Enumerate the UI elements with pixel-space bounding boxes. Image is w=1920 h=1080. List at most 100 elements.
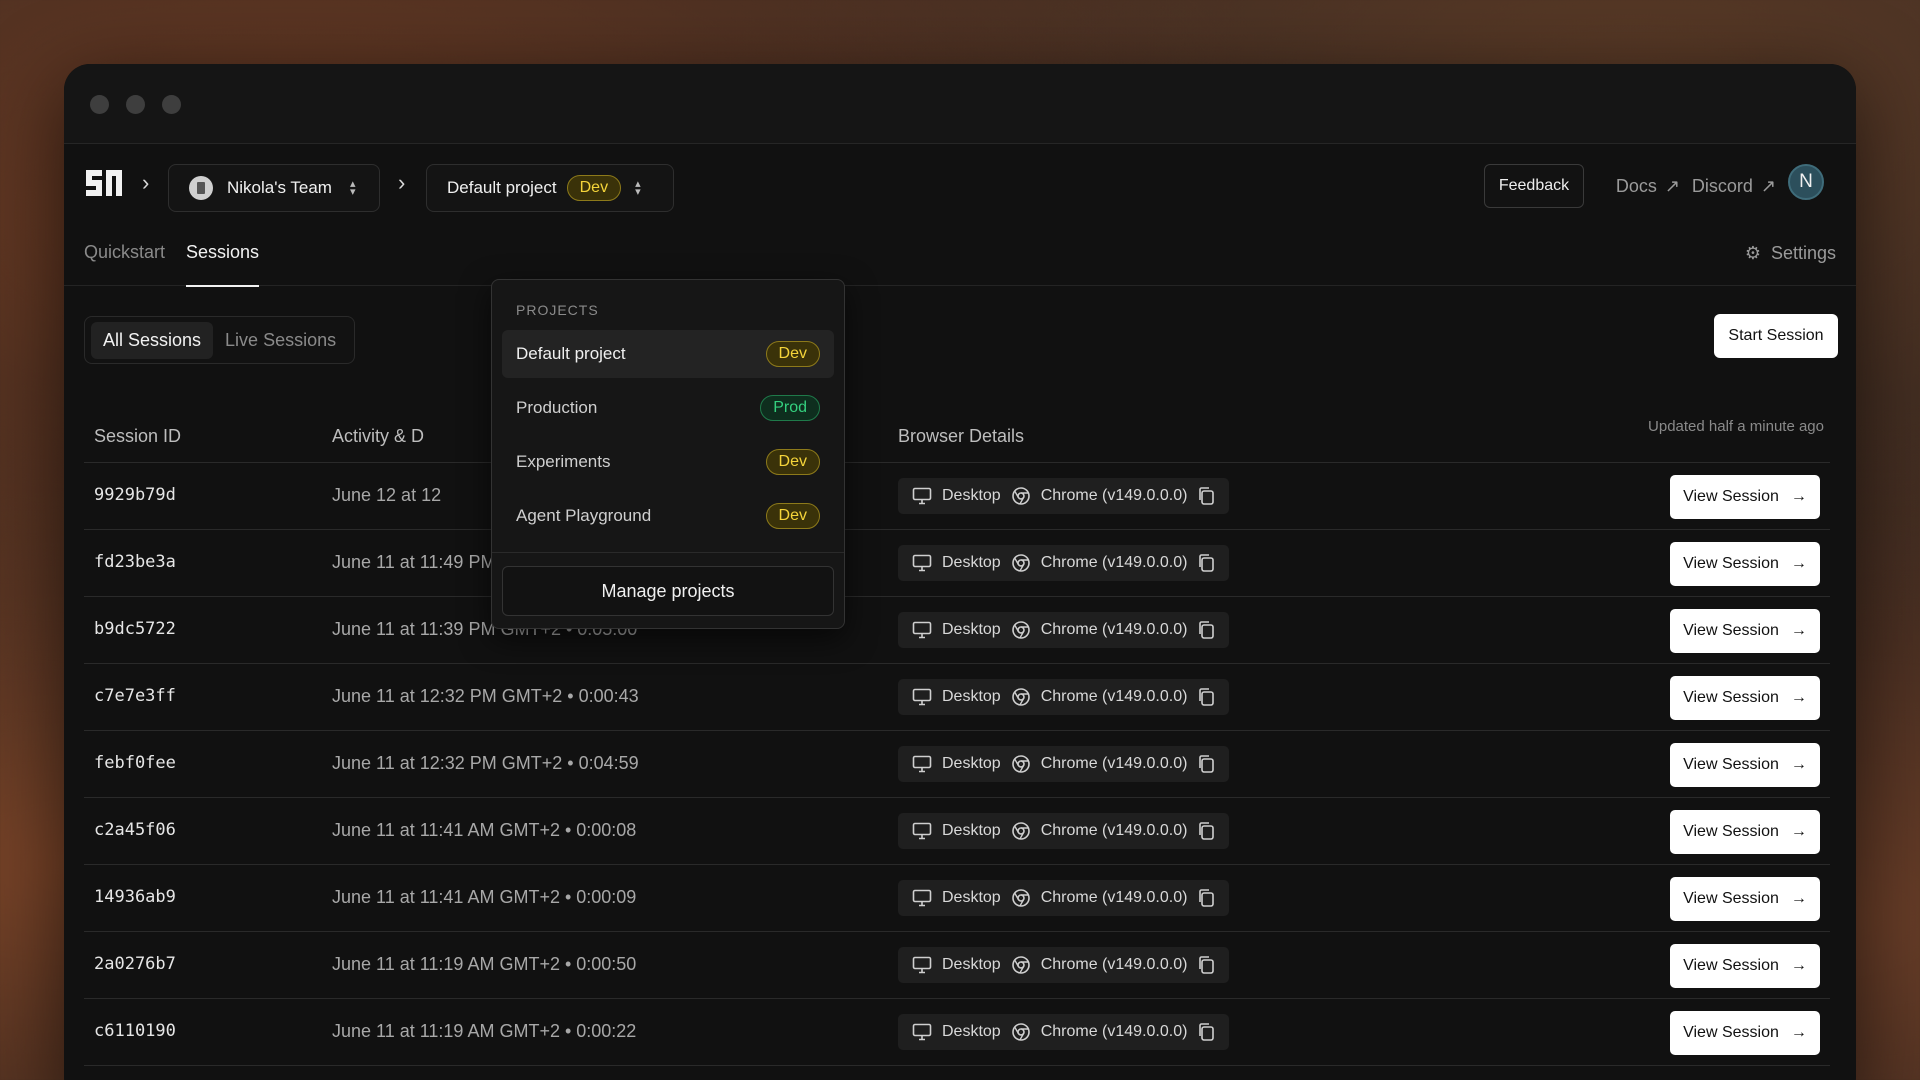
session-id[interactable]: 14936ab9 bbox=[94, 887, 176, 907]
copy-icon[interactable] bbox=[1197, 955, 1215, 975]
settings-label: Settings bbox=[1770, 243, 1836, 263]
copy-icon[interactable] bbox=[1197, 620, 1215, 640]
browser-details: Desktop Chrome (v149.0.0.0) bbox=[898, 1014, 1230, 1050]
feedback-button[interactable]: Feedback bbox=[1484, 164, 1584, 208]
arrow-right-icon: → bbox=[1790, 756, 1807, 773]
page-tabs: Quickstart Sessions ⚙ Settings bbox=[64, 224, 1856, 287]
app-window: › Nikola's Team ▴ ▾ › Default project Dev… bbox=[64, 64, 1856, 1080]
browser-label: Chrome (v149.0.0.0) bbox=[1040, 621, 1188, 638]
logo-icon[interactable] bbox=[84, 166, 124, 200]
device-label: Desktop bbox=[942, 554, 1001, 571]
table-row[interactable]: 14936ab9 June 11 at 11:41 AM GMT+2 • 0:00… bbox=[84, 865, 1830, 932]
project-option-default[interactable]: Default project Dev bbox=[502, 330, 834, 378]
team-building-icon bbox=[189, 176, 213, 200]
copy-icon[interactable] bbox=[1197, 553, 1215, 573]
external-link-icon: ↗ bbox=[1664, 176, 1680, 196]
device-label: Desktop bbox=[942, 621, 1001, 638]
settings-link[interactable]: ⚙ Settings bbox=[1745, 243, 1836, 264]
project-option-production[interactable]: Production Prod bbox=[502, 384, 834, 432]
copy-icon[interactable] bbox=[1197, 687, 1215, 707]
monitor-icon bbox=[912, 554, 932, 572]
copy-icon[interactable] bbox=[1197, 486, 1215, 506]
discord-link[interactable]: Discord ↗ bbox=[1692, 176, 1776, 197]
session-id[interactable]: c2a45f06 bbox=[94, 820, 176, 840]
view-session-label: View Session bbox=[1683, 957, 1779, 974]
device-label: Desktop bbox=[942, 822, 1001, 839]
table-row[interactable]: c6110190 June 11 at 11:19 AM GMT+2 • 0:00… bbox=[84, 999, 1830, 1066]
chevron-updown-icon: ▴ ▾ bbox=[349, 178, 356, 198]
start-session-button[interactable]: Start Session bbox=[1714, 314, 1838, 358]
device-label: Desktop bbox=[942, 755, 1001, 772]
session-id[interactable]: febf0fee bbox=[94, 753, 176, 773]
session-id[interactable]: 9929b79d bbox=[94, 485, 176, 505]
tab-sessions[interactable]: Sessions bbox=[186, 242, 260, 287]
session-activity: June 11 at 12:32 PM GMT+2 • 0:00:43 bbox=[332, 686, 639, 706]
monitor-icon bbox=[912, 688, 932, 706]
browser-details: Desktop Chrome (v149.0.0.0) bbox=[898, 813, 1230, 849]
maximize-window-dot[interactable] bbox=[162, 95, 181, 114]
view-session-button[interactable]: View Session → bbox=[1670, 542, 1820, 586]
view-session-label: View Session bbox=[1683, 890, 1779, 907]
avatar[interactable]: N bbox=[1788, 164, 1824, 200]
chrome-icon bbox=[1011, 688, 1030, 706]
chevron-updown-icon: ▴ ▾ bbox=[635, 178, 641, 198]
copy-icon[interactable] bbox=[1197, 888, 1215, 908]
browser-details: Desktop Chrome (v149.0.0.0) bbox=[898, 612, 1230, 648]
chrome-icon bbox=[1011, 487, 1030, 505]
view-session-button[interactable]: View Session → bbox=[1670, 475, 1820, 519]
view-session-button[interactable]: View Session → bbox=[1670, 810, 1820, 854]
monitor-icon bbox=[912, 822, 932, 840]
manage-projects-button[interactable]: Manage projects bbox=[502, 566, 834, 616]
table-row[interactable]: 9929b79d June 12 at 12 Desktop Chrome (v149… bbox=[84, 463, 1830, 530]
table-row[interactable]: c2a45f06 June 11 at 11:41 AM GMT+2 • 0:00… bbox=[84, 798, 1830, 865]
filter-live-sessions[interactable]: Live Sessions bbox=[213, 322, 348, 359]
copy-icon[interactable] bbox=[1197, 1022, 1215, 1042]
view-session-button[interactable]: View Session → bbox=[1670, 1011, 1820, 1055]
view-session-button[interactable]: View Session → bbox=[1670, 944, 1820, 988]
chrome-icon bbox=[1011, 755, 1030, 773]
browser-label: Chrome (v149.0.0.0) bbox=[1040, 1023, 1188, 1040]
session-id[interactable]: c7e7e3ff bbox=[94, 686, 176, 706]
copy-icon[interactable] bbox=[1197, 754, 1215, 774]
chrome-icon bbox=[1011, 956, 1030, 974]
table-row[interactable]: febf0fee June 11 at 12:32 PM GMT+2 • 0:04… bbox=[84, 731, 1830, 798]
copy-icon[interactable] bbox=[1197, 821, 1215, 841]
browser-details: Desktop Chrome (v149.0.0.0) bbox=[898, 947, 1230, 983]
project-selector[interactable]: Default project Dev ▴ ▾ bbox=[426, 164, 674, 212]
monitor-icon bbox=[912, 755, 932, 773]
session-id[interactable]: fd23be3a bbox=[94, 552, 176, 572]
close-window-dot[interactable] bbox=[90, 95, 109, 114]
gear-icon: ⚙ bbox=[1744, 243, 1761, 263]
docs-label: Docs bbox=[1615, 176, 1657, 196]
project-option-experiments[interactable]: Experiments Dev bbox=[502, 438, 834, 486]
table-row[interactable]: c7e7e3ff June 11 at 12:32 PM GMT+2 • 0:00… bbox=[84, 664, 1830, 731]
breadcrumb-chevron-icon: › bbox=[398, 170, 406, 195]
top-nav: › Nikola's Team ▴ ▾ › Default project Dev… bbox=[64, 144, 1856, 224]
view-session-button[interactable]: View Session → bbox=[1670, 609, 1820, 653]
session-id[interactable]: c6110190 bbox=[94, 1021, 176, 1041]
session-activity: June 12 at 12 bbox=[332, 485, 442, 505]
device-label: Desktop bbox=[942, 688, 1001, 705]
table-row[interactable]: fd23be3a June 11 at 11:49 PM GMT+2 • 0:05… bbox=[84, 530, 1830, 597]
monitor-icon bbox=[912, 1023, 932, 1041]
view-session-button[interactable]: View Session → bbox=[1670, 743, 1820, 787]
session-id[interactable]: 2a0276b7 bbox=[94, 954, 176, 974]
monitor-icon bbox=[912, 956, 932, 974]
arrow-right-icon: → bbox=[1790, 1024, 1807, 1041]
session-id[interactable]: b9dc5722 bbox=[94, 619, 176, 639]
table-row[interactable]: b9dc5722 June 11 at 11:39 PM GMT+2 • 0:05… bbox=[84, 597, 1830, 664]
docs-link[interactable]: Docs ↗ bbox=[1616, 176, 1680, 197]
env-badge: Dev bbox=[765, 449, 820, 475]
view-session-button[interactable]: View Session → bbox=[1670, 676, 1820, 720]
project-option-agent-playground[interactable]: Agent Playground Dev bbox=[502, 492, 834, 540]
view-session-label: View Session bbox=[1683, 1024, 1779, 1041]
browser-details: Desktop Chrome (v149.0.0.0) bbox=[898, 545, 1230, 581]
arrow-right-icon: → bbox=[1790, 689, 1807, 706]
view-session-button[interactable]: View Session → bbox=[1670, 877, 1820, 921]
filter-all-sessions[interactable]: All Sessions bbox=[91, 321, 214, 359]
team-selector[interactable]: Nikola's Team ▴ ▾ bbox=[168, 164, 380, 212]
tab-quickstart[interactable]: Quickstart bbox=[84, 242, 165, 263]
minimize-window-dot[interactable] bbox=[126, 95, 145, 114]
env-badge: Dev bbox=[566, 175, 622, 201]
table-row[interactable]: 2a0276b7 June 11 at 11:19 AM GMT+2 • 0:00… bbox=[84, 932, 1830, 999]
